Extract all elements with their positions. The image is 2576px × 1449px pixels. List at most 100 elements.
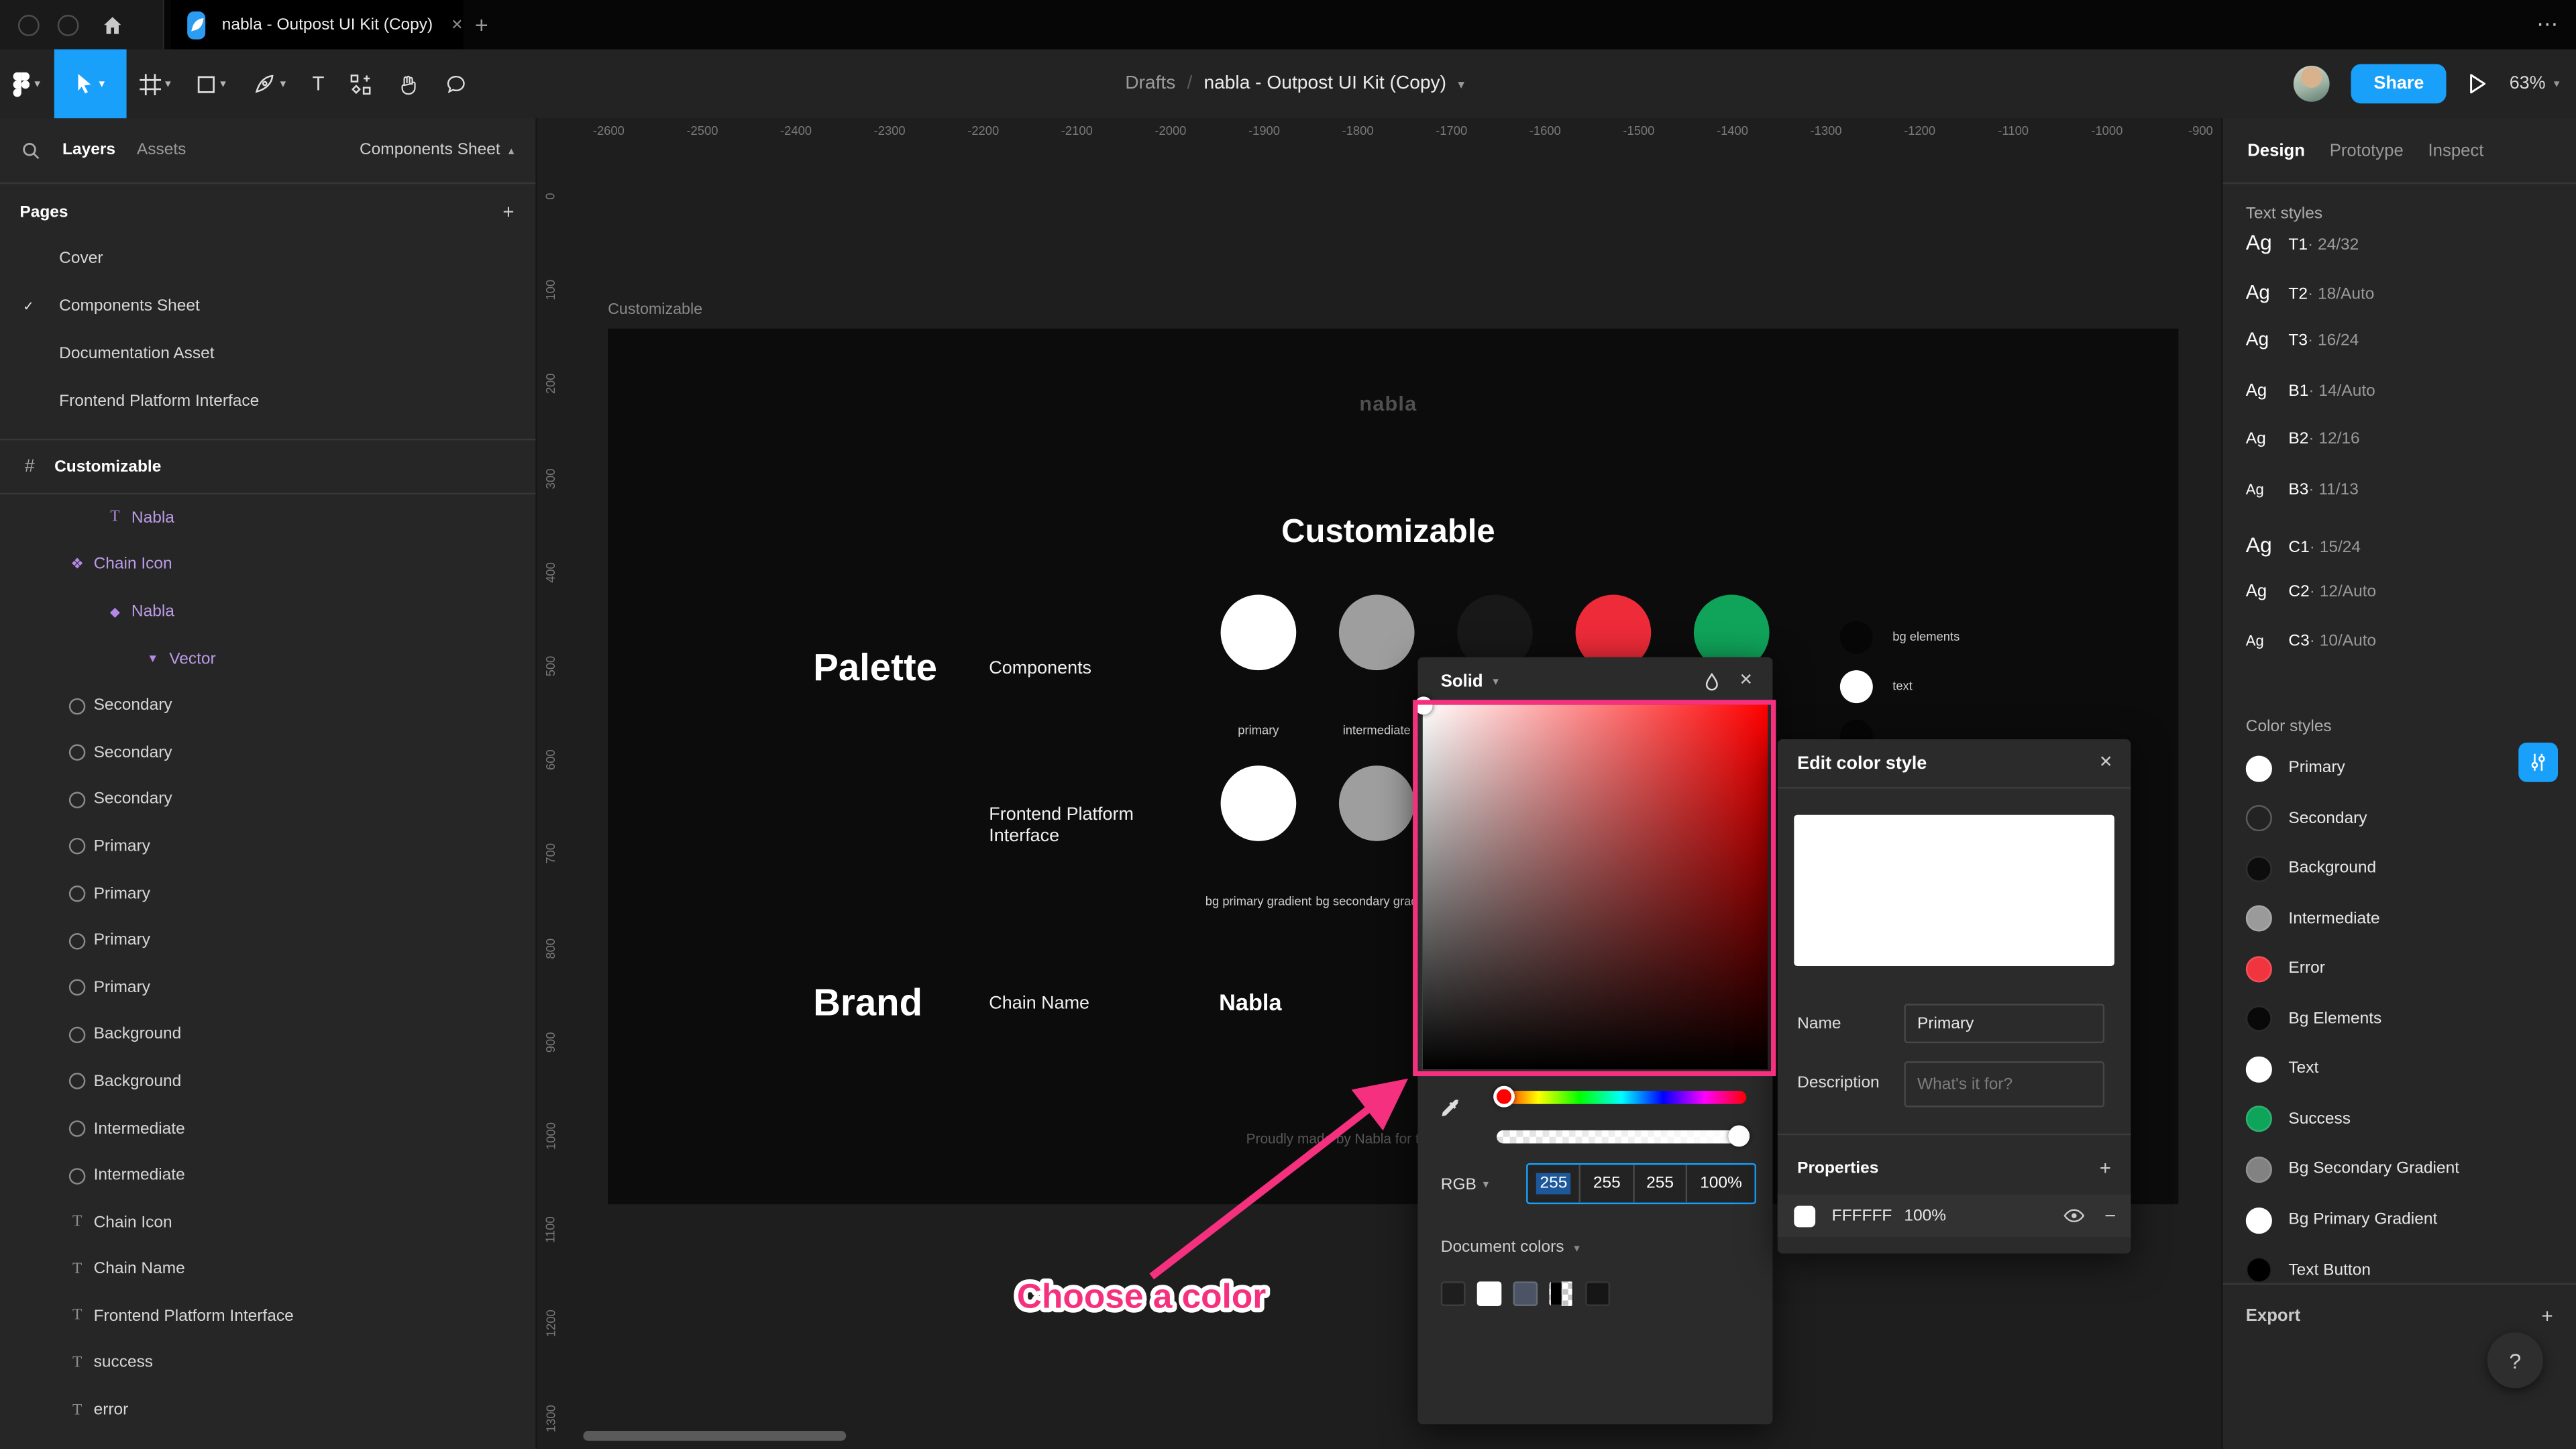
color-circle[interactable] (1839, 670, 1873, 704)
text-style-row[interactable]: Ag C3 · 10/Auto (2222, 632, 2576, 682)
property-row[interactable]: FFFFFF 100% − (1777, 1194, 2131, 1238)
hue-handle[interactable] (1493, 1085, 1515, 1108)
present-button[interactable] (2468, 72, 2487, 95)
saturation-value-area[interactable] (1414, 696, 1768, 1070)
frame-label[interactable]: Customizable (608, 301, 702, 319)
green-field[interactable]: 255 (1581, 1165, 1635, 1203)
breadcrumb-doc-title[interactable]: nabla - Outpost UI Kit (Copy) (1203, 74, 1446, 93)
layer-row[interactable]: Background (0, 1011, 535, 1058)
color-style-row[interactable]: Text (2222, 1044, 2576, 1095)
shape-tool-button[interactable]: ▾ (184, 49, 239, 118)
search-icon[interactable] (21, 140, 41, 160)
main-menu-button[interactable]: ▾ (0, 49, 54, 118)
color-circle[interactable] (1338, 594, 1415, 671)
document-color-swatch[interactable] (1440, 1281, 1466, 1306)
inspector-tab[interactable]: Design (2247, 140, 2305, 160)
color-mode-select[interactable]: RGB (1441, 1175, 1477, 1193)
pen-tool-button[interactable]: ▾ (239, 49, 299, 118)
tab-assets[interactable]: Assets (137, 142, 186, 160)
text-style-row[interactable]: Ag T3 · 16/24 (2222, 331, 2576, 381)
layer-row[interactable]: success (0, 1340, 535, 1387)
layer-row[interactable]: Secondary (0, 776, 535, 823)
document-color-swatch[interactable] (1549, 1281, 1574, 1306)
color-style-row[interactable]: Secondary (2222, 794, 2576, 844)
alpha-slider[interactable] (1497, 1125, 1750, 1147)
window-control-icon[interactable] (17, 13, 40, 36)
horizontal-scrollbar[interactable] (583, 1431, 847, 1441)
inspector-tab[interactable]: Inspect (2428, 140, 2484, 160)
layer-row[interactable]: Intermediate (0, 1105, 535, 1152)
page-list-item[interactable]: ✓ Frontend Platform Interface (0, 378, 535, 425)
name-field[interactable] (1904, 1004, 2105, 1044)
color-circle[interactable] (1338, 765, 1415, 841)
layer-row[interactable]: Intermediate (0, 1152, 535, 1199)
property-hex-value[interactable]: FFFFFF (1832, 1207, 1898, 1225)
document-color-swatch[interactable] (1585, 1281, 1611, 1306)
share-button[interactable]: Share (2351, 64, 2447, 104)
layer-row[interactable]: Primary (0, 870, 535, 917)
layer-row[interactable]: Nabla (0, 588, 535, 635)
color-style-row[interactable]: Error (2222, 944, 2576, 994)
layer-row[interactable]: Secondary (0, 729, 535, 776)
color-style-row[interactable]: Background (2222, 843, 2576, 894)
document-color-swatch[interactable] (1477, 1281, 1502, 1306)
layer-row[interactable]: Chain Icon (0, 1199, 535, 1246)
text-style-row[interactable]: Ag C1 · 15/24 (2222, 531, 2576, 582)
text-style-row[interactable]: Ag B3 · 11/13 (2222, 481, 2576, 531)
property-opacity-value[interactable]: 100% (1904, 1207, 1946, 1225)
page-list-item[interactable]: ✓ Cover (0, 235, 535, 282)
layer-row[interactable]: Frontend Platform Interface (0, 1293, 535, 1340)
chevron-down-icon[interactable]: ▾ (1483, 1178, 1489, 1191)
text-tool-button[interactable]: T (299, 49, 337, 118)
layer-row[interactable]: Chain Icon (0, 541, 535, 588)
property-color-swatch[interactable] (1794, 1205, 1816, 1227)
comment-tool-button[interactable] (433, 49, 480, 118)
color-style-row[interactable]: Bg Secondary Gradient (2222, 1144, 2576, 1195)
window-control-icon[interactable] (57, 13, 79, 36)
page-list-item[interactable]: ✓ Documentation Asset (0, 330, 535, 378)
description-field[interactable] (1904, 1061, 2105, 1108)
layer-row[interactable]: Nabla (0, 494, 535, 541)
alpha-handle[interactable] (1728, 1125, 1750, 1147)
components-tool-button[interactable] (337, 49, 385, 118)
close-icon[interactable]: ✕ (2099, 754, 2113, 772)
help-button[interactable]: ? (2487, 1332, 2544, 1389)
move-tool-button[interactable]: ▾ (53, 49, 126, 119)
blue-field[interactable]: 255 (1634, 1165, 1688, 1203)
text-style-row[interactable]: Ag T2 · 18/Auto (2222, 280, 2576, 331)
layer-row[interactable]: Primary (0, 917, 535, 964)
blend-droplet-icon[interactable] (1703, 671, 1719, 690)
color-circle[interactable] (1220, 594, 1297, 671)
document-colors-toggle[interactable]: Document colors ▾ (1441, 1239, 1580, 1257)
hand-tool-button[interactable] (385, 49, 433, 118)
avatar[interactable] (2293, 65, 2330, 102)
add-property-button[interactable]: + (2100, 1157, 2111, 1179)
hue-slider[interactable] (1493, 1085, 1747, 1108)
document-tab[interactable]: nabla - Outpost UI Kit (Copy) ✕ (170, 0, 464, 50)
more-icon[interactable]: ⋯ (2536, 0, 2559, 49)
frame-tool-button[interactable]: ▾ (125, 49, 184, 118)
home-icon[interactable] (100, 12, 125, 37)
text-style-row[interactable]: Ag C2 · 12/Auto (2222, 582, 2576, 632)
color-circle[interactable] (1839, 621, 1873, 654)
alpha-field[interactable]: 100% (1688, 1165, 1755, 1202)
tab-layers[interactable]: Layers (62, 142, 115, 160)
zoom-control[interactable]: 63% ▾ (2510, 74, 2560, 93)
color-style-row[interactable]: Bg Primary Gradient (2222, 1195, 2576, 1245)
inspector-tab[interactable]: Prototype (2330, 140, 2404, 160)
layer-row[interactable]: Primary (0, 964, 535, 1011)
color-style-row[interactable]: Bg Elements (2222, 994, 2576, 1044)
color-handle[interactable] (1414, 696, 1433, 715)
frame-section-header[interactable]: # Customizable (0, 440, 536, 495)
chevron-down-icon[interactable]: ▾ (1493, 674, 1499, 688)
tab-close-icon[interactable]: ✕ (451, 15, 463, 34)
red-field[interactable]: 255 (1528, 1165, 1581, 1203)
color-circle[interactable] (1220, 765, 1297, 841)
new-tab-button[interactable]: + (475, 0, 488, 49)
text-style-row[interactable]: Ag B1 · 14/Auto (2222, 381, 2576, 431)
page-list-item[interactable]: ✓ Components Sheet (0, 282, 535, 330)
add-page-button[interactable]: + (502, 201, 514, 223)
layer-row[interactable]: Secondary (0, 682, 535, 729)
color-style-row[interactable]: Intermediate (2222, 894, 2576, 944)
text-style-row[interactable]: Ag T1 · 24/32 (2222, 230, 2576, 280)
